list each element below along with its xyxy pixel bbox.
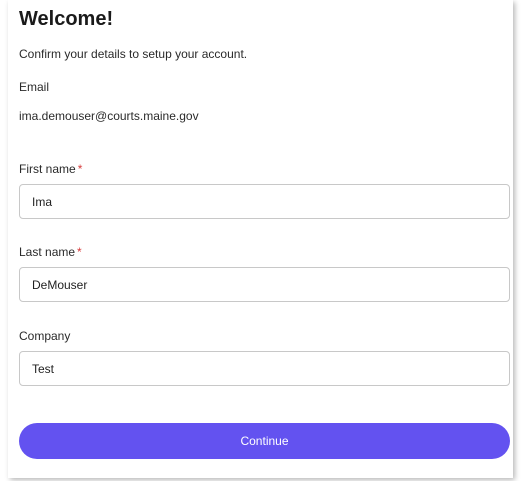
page-subtitle: Confirm your details to setup your accou… <box>19 47 248 61</box>
continue-button[interactable]: Continue <box>19 423 510 459</box>
page-title: Welcome! <box>19 8 114 30</box>
email-value: ima.demouser@courts.maine.gov <box>19 109 199 123</box>
last-name-input[interactable] <box>19 267 510 302</box>
last-name-required-mark: * <box>77 245 82 259</box>
last-name-label-text: Last name <box>19 245 76 259</box>
account-setup-card: Welcome! Confirm your details to setup y… <box>8 0 513 478</box>
last-name-group: Last name * <box>19 244 510 302</box>
first-name-required-mark: * <box>77 162 83 176</box>
email-label: Email <box>19 80 50 94</box>
first-name-label-text: First name <box>19 162 76 176</box>
company-group: Company <box>19 328 510 386</box>
first-name-label: First name * <box>19 161 502 177</box>
last-name-label: Last name * <box>19 244 502 260</box>
company-input[interactable] <box>19 351 510 386</box>
first-name-group: First name * <box>19 161 510 219</box>
company-label: Company <box>19 329 71 343</box>
first-name-input[interactable] <box>19 184 510 219</box>
